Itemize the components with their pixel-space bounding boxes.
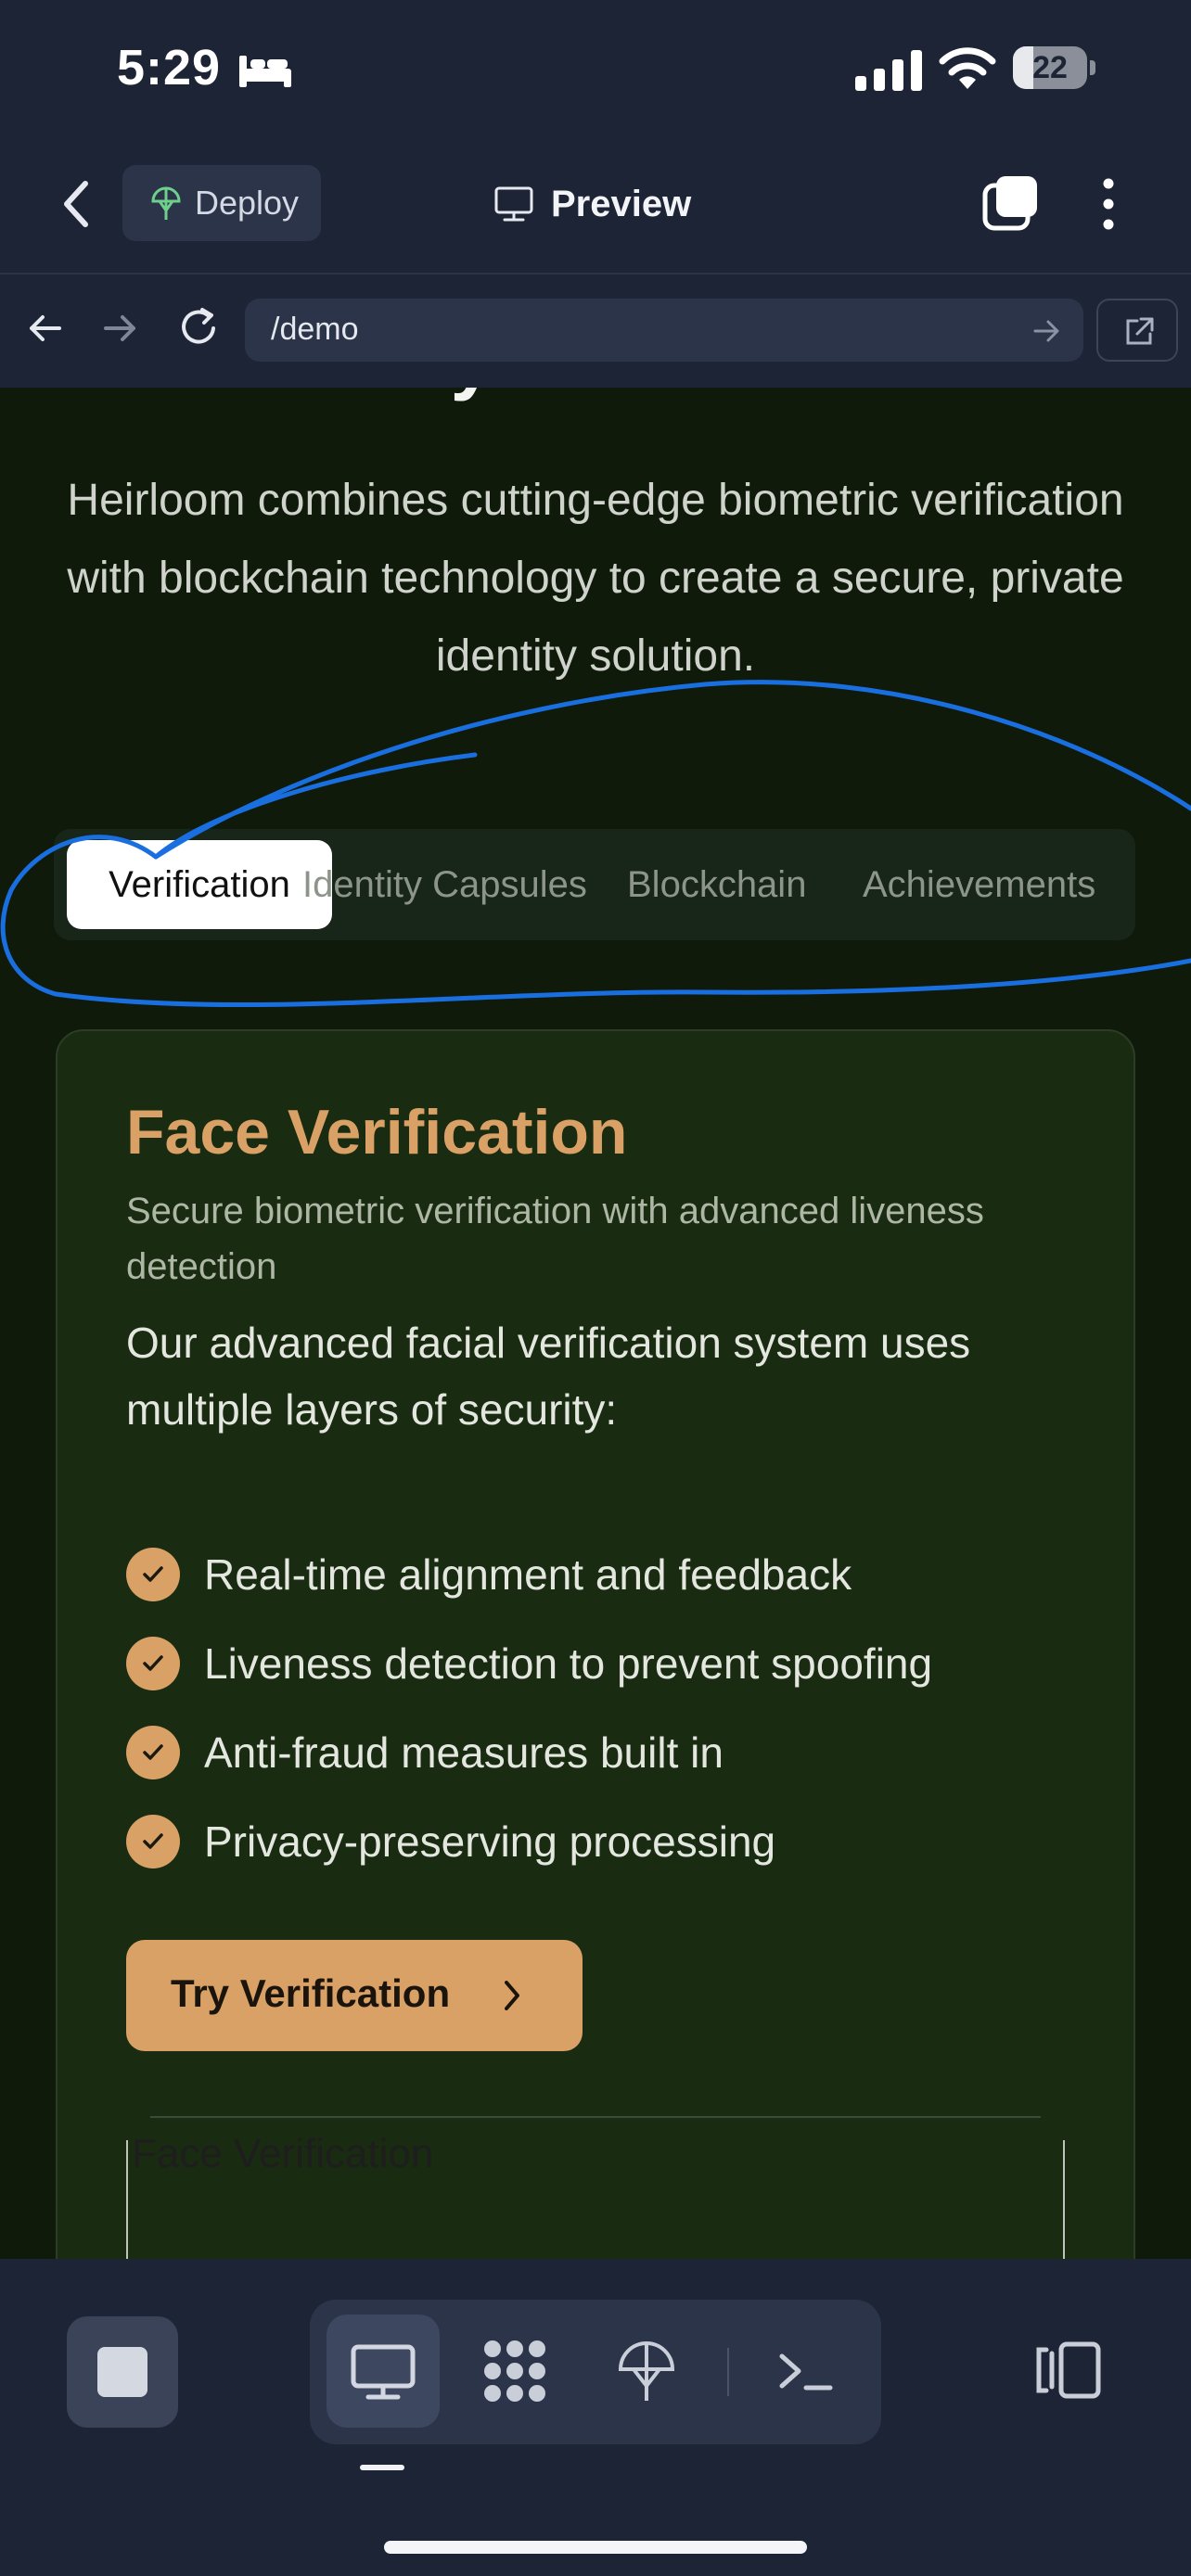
try-verification-label: Try Verification xyxy=(171,1971,451,2015)
monitor-icon xyxy=(494,186,533,222)
deploy-button[interactable]: Deploy xyxy=(122,165,321,241)
chevron-right-icon xyxy=(505,1981,519,2010)
back-chevron-icon[interactable] xyxy=(56,176,96,232)
app-header: Deploy Preview xyxy=(0,139,1191,273)
bottom-dock xyxy=(0,2259,1191,2576)
dock-divider xyxy=(727,2348,729,2396)
sleep-focus-icon xyxy=(239,56,291,87)
section-heading: Key Features xyxy=(0,388,1191,403)
check-circle-icon xyxy=(126,1815,180,1868)
external-link-icon xyxy=(1126,317,1154,345)
stop-button[interactable] xyxy=(67,2316,178,2428)
active-tab-indicator xyxy=(360,2465,404,2470)
wifi-icon xyxy=(939,47,996,89)
reload-icon[interactable] xyxy=(178,306,221,349)
deploy-icon xyxy=(151,186,181,220)
status-bar: 5:29 22 xyxy=(0,0,1191,139)
cellular-signal-icon xyxy=(855,50,922,91)
check-circle-icon xyxy=(126,1548,180,1601)
dock-item-deploy[interactable] xyxy=(590,2315,703,2428)
feature-text: Liveness detection to prevent spoofing xyxy=(204,1639,933,1688)
divider xyxy=(150,2116,1041,2118)
card-description: Our advanced facial verification system … xyxy=(126,1319,971,1434)
check-circle-icon xyxy=(126,1637,180,1690)
home-indicator xyxy=(384,2541,807,2554)
demo-frame-label: Face Verification xyxy=(132,2131,434,2176)
url-text: /demo xyxy=(271,312,359,347)
terminal-icon xyxy=(779,2353,833,2391)
tab-achievements[interactable]: Achievements xyxy=(863,829,1095,940)
dock-item-desktop[interactable] xyxy=(327,2315,440,2428)
feature-text: Real-time alignment and feedback xyxy=(204,1550,852,1599)
card-title: Face Verification xyxy=(126,1097,628,1167)
open-external-button[interactable] xyxy=(1096,299,1178,362)
dock-item-apps[interactable] xyxy=(458,2315,571,2428)
check-circle-icon xyxy=(126,1726,180,1779)
feature-text: Anti-fraud measures built in xyxy=(204,1728,724,1777)
stop-icon xyxy=(97,2347,147,2397)
arrow-left-icon[interactable] xyxy=(26,310,63,347)
tab-identity-capsules[interactable]: Identity Capsules xyxy=(302,829,587,940)
feature-tabs: Verification Identity Capsules Blockchai… xyxy=(54,829,1135,940)
page-title: Preview xyxy=(493,176,691,232)
tab-verification[interactable]: Verification xyxy=(67,840,332,929)
page-title-text: Preview xyxy=(551,183,692,224)
verification-demo-frame: Face Verification xyxy=(126,2131,1065,2259)
layout-toggle-icon[interactable] xyxy=(1035,2340,1102,2400)
battery-level: 22 xyxy=(1032,50,1068,85)
apps-icon xyxy=(484,2340,545,2402)
battery-indicator: 22 xyxy=(1013,46,1095,89)
dock-tab-group xyxy=(310,2300,881,2444)
try-verification-button[interactable]: Try Verification xyxy=(126,1940,583,2051)
intro-text: Heirloom combines cutting-edge biometric… xyxy=(67,476,1124,681)
dock-item-terminal[interactable] xyxy=(749,2315,863,2428)
arrow-right-icon[interactable] xyxy=(102,310,139,347)
feature-card: Face Verification Secure biometric verif… xyxy=(56,1029,1135,2259)
feature-item: Liveness detection to prevent spoofing xyxy=(126,1636,932,1691)
feature-item: Privacy-preserving processing xyxy=(126,1814,775,1869)
feature-item: Real-time alignment and feedback xyxy=(126,1547,852,1602)
tabs-overview-icon[interactable] xyxy=(981,174,1039,232)
deploy-icon xyxy=(618,2341,675,2401)
desktop-icon xyxy=(351,2344,416,2400)
url-field[interactable]: /demo xyxy=(245,299,1083,362)
feature-item: Anti-fraud measures built in xyxy=(126,1725,724,1780)
go-arrow-icon[interactable] xyxy=(1033,317,1061,345)
card-subtitle: Secure biometric verification with advan… xyxy=(126,1191,984,1287)
browser-toolbar: /demo xyxy=(0,273,1191,389)
web-preview: Key Features Heirloom combines cutting-e… xyxy=(0,388,1191,2259)
top-chrome: 5:29 22 Deploy Preview /demo xyxy=(0,0,1191,389)
tab-blockchain[interactable]: Blockchain xyxy=(627,829,806,940)
deploy-label: Deploy xyxy=(195,184,300,222)
status-time: 5:29 xyxy=(117,40,222,96)
feature-text: Privacy-preserving processing xyxy=(204,1817,776,1866)
more-options-icon[interactable] xyxy=(1095,174,1122,234)
